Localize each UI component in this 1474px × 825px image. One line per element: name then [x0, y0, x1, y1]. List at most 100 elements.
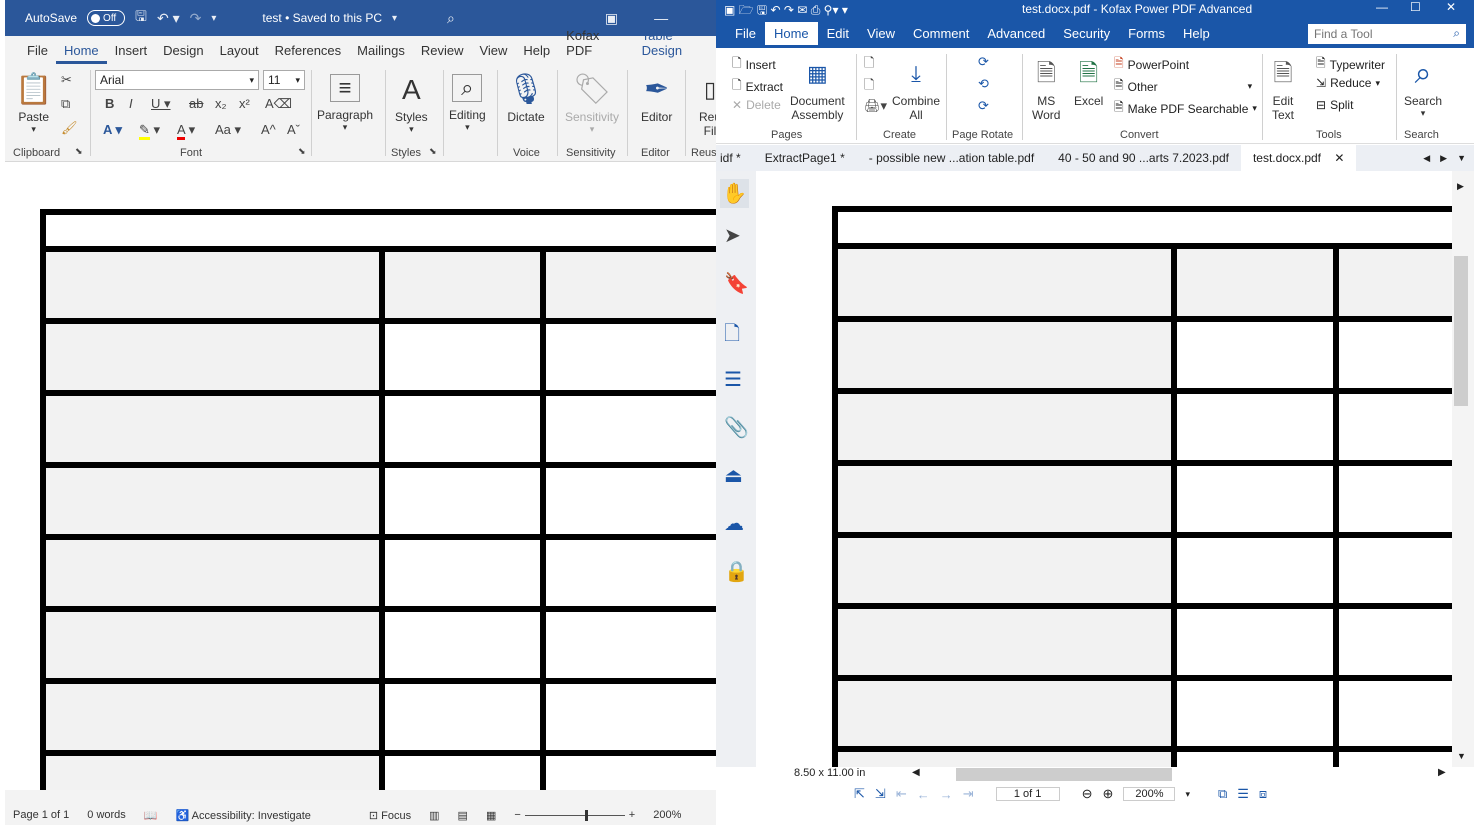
underline-icon[interactable]: U ▾	[151, 96, 171, 112]
tab-help[interactable]: Help	[515, 43, 558, 64]
last-page-icon[interactable]: ⇥	[963, 786, 974, 802]
zoom-slider[interactable]: − +	[514, 809, 635, 821]
previous-page-icon[interactable]: ←	[917, 787, 930, 802]
security-lock-icon[interactable]: 🔒	[724, 559, 749, 584]
bookmarks-icon[interactable]: 🔖	[724, 271, 749, 296]
document-assembly-button[interactable]: ▦ Document Assembly	[790, 54, 845, 122]
insert-button[interactable]: 🗋 Insert	[732, 54, 776, 75]
rotate-counterclockwise-icon[interactable]: ⟲	[978, 76, 989, 92]
tab-references[interactable]: References	[267, 43, 349, 64]
rotate-clockwise-icon[interactable]: ⟳	[978, 54, 989, 70]
fit-page-icon[interactable]: ⇱	[854, 786, 865, 802]
select-icon[interactable]: ⚲▾	[824, 3, 839, 17]
undo-icon[interactable]: ↶ ▾	[157, 10, 180, 27]
tab-security[interactable]: Security	[1054, 22, 1119, 45]
tab-comment[interactable]: Comment	[904, 22, 978, 45]
rotate-180-icon[interactable]: ⟳	[978, 98, 989, 114]
blank-page-icon[interactable]: 🗋	[864, 76, 874, 98]
tab-home[interactable]: Home	[55, 43, 107, 64]
zoom-in-icon[interactable]: ⊕	[1103, 786, 1114, 802]
other-button[interactable]: 🗎 Other ▾	[1114, 76, 1252, 97]
tab-view[interactable]: View	[858, 22, 904, 45]
redo-icon[interactable]: ↷	[784, 3, 794, 17]
excel-button[interactable]: 🗎 Excel	[1074, 54, 1103, 108]
copy-icon[interactable]: ⧉	[61, 96, 70, 112]
first-page-icon[interactable]: ⇤	[896, 786, 907, 802]
title-chevron-icon[interactable]: ▾	[392, 13, 397, 24]
scroll-right-arrow-icon[interactable]: ▶	[1457, 181, 1464, 192]
reduce-button[interactable]: ⇲ Reduce ▾	[1316, 76, 1380, 90]
tab-file[interactable]: File	[19, 43, 56, 64]
styles-launcher-icon[interactable]: ⬊	[429, 146, 437, 157]
pages-panel-icon[interactable]: 🗋	[724, 319, 740, 353]
tab-edit[interactable]: Edit	[818, 22, 858, 45]
doc-tab-active[interactable]: test.docx.pdf ✕	[1240, 145, 1357, 171]
undo-icon[interactable]: ↶	[771, 3, 781, 17]
delete-button[interactable]: ✕ Delete	[732, 98, 781, 112]
strikethrough-icon[interactable]: ab	[189, 96, 203, 111]
editor-button[interactable]: ✒ Editor	[641, 70, 672, 124]
next-page-icon[interactable]: →	[940, 787, 953, 802]
tab-advanced[interactable]: Advanced	[978, 22, 1054, 45]
superscript-icon[interactable]: x²	[239, 96, 250, 111]
font-color-icon[interactable]: A ▾	[177, 122, 195, 140]
scroll-right-arrow-icon[interactable]: ▶	[1438, 767, 1446, 778]
dictate-button[interactable]: 🎙 Dictate	[507, 70, 545, 124]
vertical-scrollbar[interactable]: ▶ ▼	[1452, 171, 1474, 767]
grow-font-icon[interactable]: A^	[261, 122, 276, 137]
tab-layout[interactable]: Layout	[212, 43, 267, 64]
cloud-icon[interactable]: ☁	[724, 511, 744, 536]
doc-tab[interactable]: 40 - 50 and 90 ...arts 7.2023.pdf	[1046, 151, 1241, 165]
fit-width-icon[interactable]: ⇲	[875, 786, 886, 802]
find-tool-box[interactable]: ⌕	[1308, 23, 1466, 44]
close-tab-icon[interactable]: ✕	[1334, 151, 1344, 165]
italic-icon[interactable]: I	[129, 96, 133, 111]
document-title[interactable]: test • Saved to this PC	[262, 11, 382, 25]
search-icon[interactable]: ⌕	[447, 10, 455, 27]
facing-view-icon[interactable]: ⧈	[1259, 786, 1267, 802]
quick-access-icons[interactable]: ▣ 🗁 🖫 ↶ ↷ ✉ ⎙ ⚲▾ ▾	[724, 1, 848, 22]
web-layout-icon[interactable]: ▦	[486, 809, 496, 822]
print-layout-icon[interactable]: ▤	[458, 809, 468, 822]
combine-all-button[interactable]: ⤓ Combine All	[892, 54, 940, 122]
reuse-files-button[interactable]: ▯ Reu Fil	[699, 70, 716, 138]
clear-formatting-icon[interactable]: A⌫	[265, 96, 292, 112]
accessibility-status[interactable]: ♿ Accessibility: Investigate	[176, 809, 311, 822]
save-icon[interactable]: 🖫	[135, 6, 147, 30]
tab-kofax-pdf[interactable]: Kofax PDF	[558, 28, 629, 64]
tab-scroll-left-icon[interactable]: ◀	[1423, 153, 1430, 164]
scroll-down-arrow-icon[interactable]: ▼	[1457, 751, 1466, 761]
customize-icon[interactable]: ▾	[842, 3, 848, 17]
maximize-icon[interactable]: ☐	[1410, 0, 1421, 14]
open-icon[interactable]: 🗁	[739, 3, 754, 17]
font-name-combo[interactable]: Arial ▾	[95, 70, 259, 90]
tab-table-design[interactable]: Table Design	[634, 28, 716, 64]
redo-icon[interactable]: ↷	[190, 10, 202, 27]
search-button[interactable]: ⌕ Search ▾	[1404, 54, 1442, 119]
scroll-left-arrow-icon[interactable]: ◀	[912, 767, 920, 778]
tab-file[interactable]: File	[726, 22, 765, 45]
sensitivity-button[interactable]: 🏷 Sensitivity ▾	[565, 70, 619, 135]
minimize-icon[interactable]: —	[654, 10, 668, 26]
typewriter-button[interactable]: 🗎 Typewriter	[1316, 54, 1385, 75]
tab-home[interactable]: Home	[764, 22, 818, 45]
shrink-font-icon[interactable]: Aˇ	[287, 122, 300, 137]
minimize-icon[interactable]: —	[1376, 0, 1388, 14]
pdf-table[interactable]	[756, 171, 1452, 767]
tab-review[interactable]: Review	[413, 43, 472, 64]
zoom-level[interactable]: 200%	[653, 809, 681, 821]
paragraph-button[interactable]: ≡ Paragraph ▾	[317, 70, 373, 133]
stamp-icon[interactable]: ⏏	[724, 463, 743, 488]
create-from-file-icon[interactable]: 🗋	[864, 54, 874, 76]
doc-tab[interactable]: ExtractPage1 *	[753, 151, 857, 165]
doc-tab[interactable]: - possible new ...ation table.pdf	[857, 151, 1046, 165]
page-count[interactable]: Page 1 of 1	[13, 809, 69, 821]
ribbon-display-icon[interactable]: ▣	[605, 10, 618, 27]
tab-insert[interactable]: Insert	[107, 43, 156, 64]
search-icon[interactable]: ⌕	[1453, 26, 1460, 41]
print-icon[interactable]: ⎙	[811, 3, 821, 17]
attachments-icon[interactable]: 📎	[724, 415, 749, 440]
styles-button[interactable]: A Styles ▾	[395, 70, 428, 135]
email-icon[interactable]: ✉	[797, 3, 807, 17]
tab-design[interactable]: Design	[155, 43, 211, 64]
